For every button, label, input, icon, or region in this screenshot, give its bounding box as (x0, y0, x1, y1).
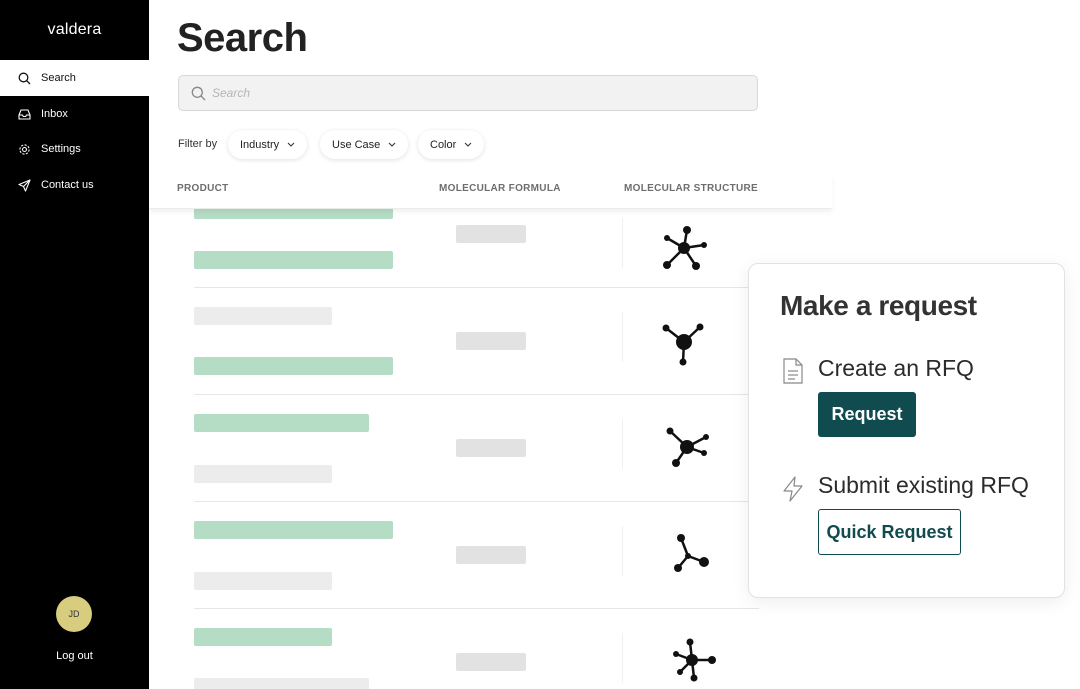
skeleton-bar (194, 251, 393, 269)
logout-link[interactable]: Log out (0, 650, 149, 662)
row-divider (194, 287, 759, 288)
document-icon (782, 358, 804, 389)
request-card: Make a request Create an RFQ Request Sub… (748, 263, 1065, 598)
skeleton-bar (456, 546, 526, 564)
skeleton-bar (456, 653, 526, 671)
filter-chip-label: Industry (240, 138, 280, 151)
skeleton-bar (194, 465, 332, 483)
brand-logo[interactable]: valdera (0, 0, 149, 60)
chevron-down-icon (287, 142, 295, 147)
search-input[interactable] (212, 86, 712, 100)
molecule-structure-icon (663, 226, 707, 270)
molecule-structure-icon (666, 427, 709, 467)
search-icon (17, 71, 31, 85)
sidebar-item-label: Settings (41, 143, 81, 155)
molecule-structure-icon (674, 534, 709, 572)
filter-color[interactable]: Color (418, 130, 485, 159)
skeleton-bar (194, 678, 369, 689)
skeleton-bar (194, 521, 393, 539)
search-icon (191, 86, 206, 101)
sidebar-item-label: Inbox (41, 108, 68, 120)
skeleton-bar (194, 572, 332, 590)
sidebar-item-label: Search (41, 72, 76, 84)
molecule-structure-icon (662, 323, 704, 366)
column-header-product[interactable]: PRODUCT (177, 183, 229, 194)
skeleton-bar (194, 307, 332, 325)
avatar[interactable]: JD (56, 596, 92, 632)
divider (622, 633, 623, 683)
gear-icon (17, 142, 31, 156)
table-header: PRODUCT MOLECULAR FORMULA MOLECULAR STRU… (149, 176, 832, 209)
row-divider (194, 501, 759, 502)
sidebar-item-settings[interactable]: Settings (0, 131, 149, 167)
option-label: Submit existing RFQ (818, 472, 1029, 498)
filter-label: Filter by (178, 138, 218, 150)
quick-request-button[interactable]: Quick Request (818, 509, 961, 555)
filter-chip-label: Use Case (332, 138, 381, 151)
chevron-down-icon (388, 142, 396, 147)
sidebar-item-label: Contact us (41, 179, 94, 191)
row-divider (194, 608, 759, 609)
skeleton-bar (194, 414, 369, 432)
option-label: Create an RFQ (818, 355, 974, 381)
search-bar[interactable] (178, 75, 758, 111)
lightning-icon (782, 476, 804, 507)
filter-chip-label: Color (430, 138, 457, 151)
divider (622, 312, 623, 362)
chevron-down-icon (464, 142, 472, 147)
send-icon (17, 178, 31, 192)
column-header-formula[interactable]: MOLECULAR FORMULA (439, 183, 561, 194)
column-header-structure[interactable]: MOLECULAR STRUCTURE (624, 183, 758, 194)
sidebar: valdera Search Inbox Settings Contact us… (0, 0, 149, 689)
divider (622, 218, 623, 268)
page-title: Search (177, 16, 308, 60)
inbox-icon (17, 107, 31, 121)
skeleton-bar (194, 357, 393, 375)
sidebar-item-search[interactable]: Search (0, 60, 149, 96)
row-divider (194, 394, 759, 395)
skeleton-bar (456, 439, 526, 457)
filter-use-case[interactable]: Use Case (320, 130, 409, 159)
divider (622, 419, 623, 469)
filter-industry[interactable]: Industry (228, 130, 308, 159)
sidebar-item-contact[interactable]: Contact us (0, 167, 149, 203)
skeleton-bar (456, 225, 526, 243)
divider (622, 526, 623, 576)
request-button[interactable]: Request (818, 392, 916, 437)
card-title: Make a request (780, 290, 977, 321)
sidebar-item-inbox[interactable]: Inbox (0, 96, 149, 132)
skeleton-bar (194, 628, 332, 646)
molecule-structure-icon (673, 638, 716, 682)
skeleton-bar (456, 332, 526, 350)
